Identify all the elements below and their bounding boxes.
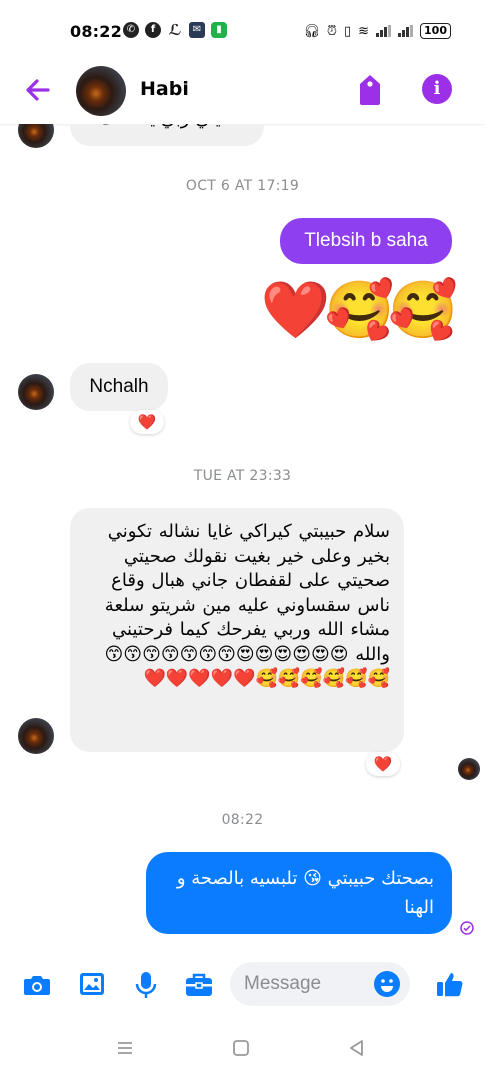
seen-check-icon	[460, 920, 474, 935]
info-icon[interactable]: i	[422, 74, 452, 104]
facebook-icon: f	[145, 22, 161, 38]
tag-icon[interactable]	[356, 72, 384, 108]
headphones-icon: 🎧︎	[303, 23, 320, 39]
chat-header: Habi i	[0, 62, 485, 124]
system-nav-bar	[0, 1016, 485, 1080]
emoji-icon[interactable]	[374, 971, 400, 997]
email-icon: ✉	[189, 22, 205, 38]
microphone-icon[interactable]	[132, 970, 164, 1002]
vibrate-icon: ▯	[343, 23, 352, 39]
contact-name[interactable]: Habi	[140, 78, 189, 100]
contact-avatar-small	[18, 374, 54, 410]
gallery-icon[interactable]	[78, 970, 110, 1002]
message-input[interactable]	[230, 962, 374, 1006]
timestamp: TUE AT 23:33	[193, 468, 292, 484]
message-input-container[interactable]	[230, 962, 410, 1006]
alarm-icon: ⏰︎	[326, 23, 337, 39]
status-bar: 08:22 ✆ f ℒ ✉ ▮ 🎧︎ ⏰︎ ▯ ≋ 100	[0, 0, 485, 62]
camera-icon[interactable]	[22, 970, 54, 1002]
home-icon[interactable]	[232, 1038, 250, 1062]
contact-avatar-small	[18, 124, 54, 148]
notification-icons: ✆ f ℒ ✉ ▮	[123, 22, 227, 38]
signal-icon	[376, 25, 392, 37]
contact-avatar[interactable]	[76, 66, 126, 116]
wifi-icon: ≋	[358, 23, 370, 39]
emoji-message[interactable]: ❤️🥰🥰	[252, 276, 458, 346]
back-triangle-icon[interactable]	[348, 1038, 366, 1062]
message-bubble-out[interactable]: Tlebsih b saha	[280, 218, 452, 264]
briefcase-icon[interactable]	[184, 970, 216, 1002]
message-bubble-in[interactable]: صحيتي ربي يحفظك	[70, 124, 264, 146]
battery-app-icon: ▮	[211, 22, 227, 38]
message-bubble-in[interactable]: سلام حبيبتي كيراكي غايا نشاله تكوني بخير…	[70, 508, 404, 752]
back-arrow-icon[interactable]	[20, 72, 56, 108]
whatsapp-icon: ✆	[123, 22, 139, 38]
system-icons: 🎧︎ ⏰︎ ▯ ≋ 100	[303, 23, 451, 39]
signal-icon	[398, 25, 414, 37]
battery-indicator: 100	[420, 23, 451, 39]
message-bubble-in[interactable]: Nchalh	[70, 363, 168, 411]
message-bubble-out[interactable]: بصحتك حبيبتي 😘 تلبسيه بالصحة و الهنا	[146, 852, 452, 934]
timestamp: 08:22	[221, 812, 264, 828]
heart-reaction[interactable]: ❤️	[130, 410, 164, 434]
menu-icon[interactable]	[116, 1038, 134, 1062]
message-text: سلام حبيبتي كيراكي غايا نشاله تكوني بخير…	[104, 521, 390, 689]
message-list[interactable]: صحيتي ربي يحفظك OCT 6 AT 17:19 Tlebsih b…	[0, 124, 485, 958]
composer-bar	[0, 958, 485, 1016]
thumbs-up-icon[interactable]	[434, 968, 466, 1000]
status-time: 08:22	[70, 22, 122, 41]
app-icon: ℒ	[168, 21, 182, 39]
read-receipt-avatar	[458, 758, 480, 780]
contact-avatar-small	[18, 718, 54, 754]
heart-reaction[interactable]: ❤️	[366, 752, 400, 776]
timestamp: OCT 6 AT 17:19	[185, 178, 300, 194]
